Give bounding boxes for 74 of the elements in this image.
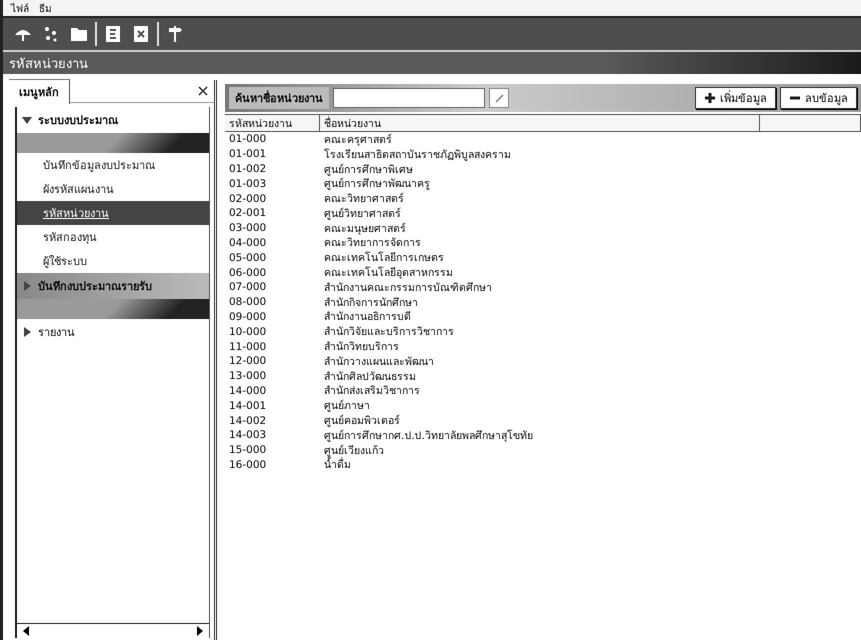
table-cell-text: 10-000 (228, 326, 268, 338)
sidebar-item[interactable]: รหัสกองทุน (17, 225, 209, 249)
table-cell-text: 14-003 (228, 429, 268, 442)
table-cell-text: สำนักส่งเสริมวิชาการ (323, 384, 421, 400)
table-cell-text: สำนักวางแผนและพัฒนา (323, 354, 435, 370)
table-cell-text: สำนักงานอธิการบดี (323, 310, 412, 326)
pencil-icon (494, 93, 504, 103)
scroll-left-icon (21, 625, 31, 637)
table-cell-text: โรงเรียนสาธิตสถาบันราชภัฏพิบูลสงคราม (323, 148, 512, 163)
table-cell-text: ศูนย์คอมพิวเตอร์ (323, 414, 401, 430)
table-cell-text: 14-002 (228, 414, 268, 427)
table-cell-text: สำนักวิทยบริการ (323, 340, 400, 356)
table-cell-text: 01-000 (228, 133, 268, 146)
table-cell-text: 16-000 (228, 458, 268, 471)
caret-right-icon (21, 326, 33, 338)
table-cell-text: 02-000 (228, 192, 268, 205)
menu-item[interactable]: ธีม (39, 0, 52, 16)
table-cell-text: น้ำดื่ม (323, 457, 352, 474)
table-cell-text: คณะมนุษยศาสตร์ (323, 222, 407, 237)
table-cell-text: คณะวิทยาการจัดการ (323, 236, 422, 252)
table-cell-text: 13-000 (228, 370, 268, 382)
table-cell-text: 02-001 (228, 207, 268, 220)
table-cell-text: ศูนย์การศึกษาพิเศษ (323, 162, 414, 178)
horizontal-scrollbar[interactable] (17, 623, 209, 638)
sidebar-item[interactable]: บันทึกข้อมูลงบประมาณ (17, 153, 209, 177)
table-cell-text: สำนักกิจการนักศึกษา (323, 296, 419, 311)
group-header[interactable]: บันทึกงบประมาณรายรับ (17, 273, 209, 299)
document-x-icon (131, 24, 151, 44)
table-cell-text: ศูนย์เวียงแก้ว (323, 444, 385, 457)
caret-down-icon (21, 114, 33, 126)
sidebar-tab[interactable]: เมนูหลัก (9, 78, 70, 104)
table-cell-text: 01-001 (228, 148, 268, 160)
search-button[interactable] (489, 88, 509, 108)
table-cell-text: 05-000 (228, 252, 268, 264)
table-cell-text: 08-000 (228, 296, 268, 308)
table-cell-text: คณะครุศาสตร์ (323, 132, 393, 148)
table-cell-text: 14-000 (228, 384, 268, 397)
table-cell-text: ศูนย์วิทยาศาสตร์ (323, 206, 402, 222)
table-cell-text: คณะเทคโนโลยีอุตสาหกรรม (323, 266, 454, 282)
sidebar-item[interactable]: รหัสหน่วยงาน (17, 201, 209, 225)
table-cell-text: 12-000 (228, 355, 268, 368)
table-cell-text: 07-000 (228, 281, 268, 294)
table-cell-text: 06-000 (228, 266, 268, 279)
plus-icon (704, 92, 716, 104)
table-cell-text: สำนักงานคณะกรรมการบัณฑิตศึกษา (323, 280, 493, 296)
table-cell-text: คณะวิทยาศาสตร์ (323, 192, 405, 208)
table-cell-text: 09-000 (228, 310, 268, 323)
close-icon (198, 86, 208, 96)
column-header[interactable]: รหัสหน่วยงาน (225, 115, 320, 131)
table-cell-text: 01-003 (228, 178, 268, 190)
table-cell-text: สำนักศิลปวัฒนธรรม (323, 370, 417, 385)
scroll-right-icon (195, 625, 205, 637)
caret-right-icon (21, 280, 33, 292)
table-cell-text: 11-000 (228, 340, 268, 353)
table-cell-text: ศูนย์การศึกษากศ.ป.ป.วิทยาลัยพลศึกษาสุโขทัย (323, 428, 534, 444)
delete-button[interactable]: ลบข้อมูล (780, 87, 857, 109)
sidebar-item[interactable]: ผู้ใช้ระบบ (17, 249, 209, 273)
add-button[interactable]: เพิ่มข้อมูล (695, 87, 776, 109)
table-cell-text: 01-002 (228, 162, 268, 175)
table-cell-text: ศูนย์การศึกษาพัฒนาครู (323, 176, 431, 192)
search-label: ค้นหาชื่อหน่วยงาน (229, 87, 329, 109)
window-title: รหัสหน่วยงาน (3, 50, 861, 74)
table-cell-text: 14-001 (228, 400, 268, 412)
column-header[interactable]: ชื่อหน่วยงาน (320, 115, 760, 131)
search-field[interactable] (333, 88, 485, 108)
table-cell-text: ศูนย์ภาษา (323, 398, 371, 414)
table-cell-text: 03-000 (228, 222, 268, 234)
table-cell-text: 15-000 (228, 444, 268, 456)
sidebar-item[interactable]: ผังรหัสแผนงาน (17, 177, 209, 201)
table-cell-text: คณะเทคโนโลยีการเกษตร (323, 250, 445, 266)
table-cell-text: สำนักวิจัยและบริการวิชาการ (323, 325, 455, 340)
table-cell-text: 04-000 (228, 236, 268, 249)
menu-item[interactable]: ไฟล์ (11, 0, 29, 16)
document-icon (103, 24, 123, 44)
